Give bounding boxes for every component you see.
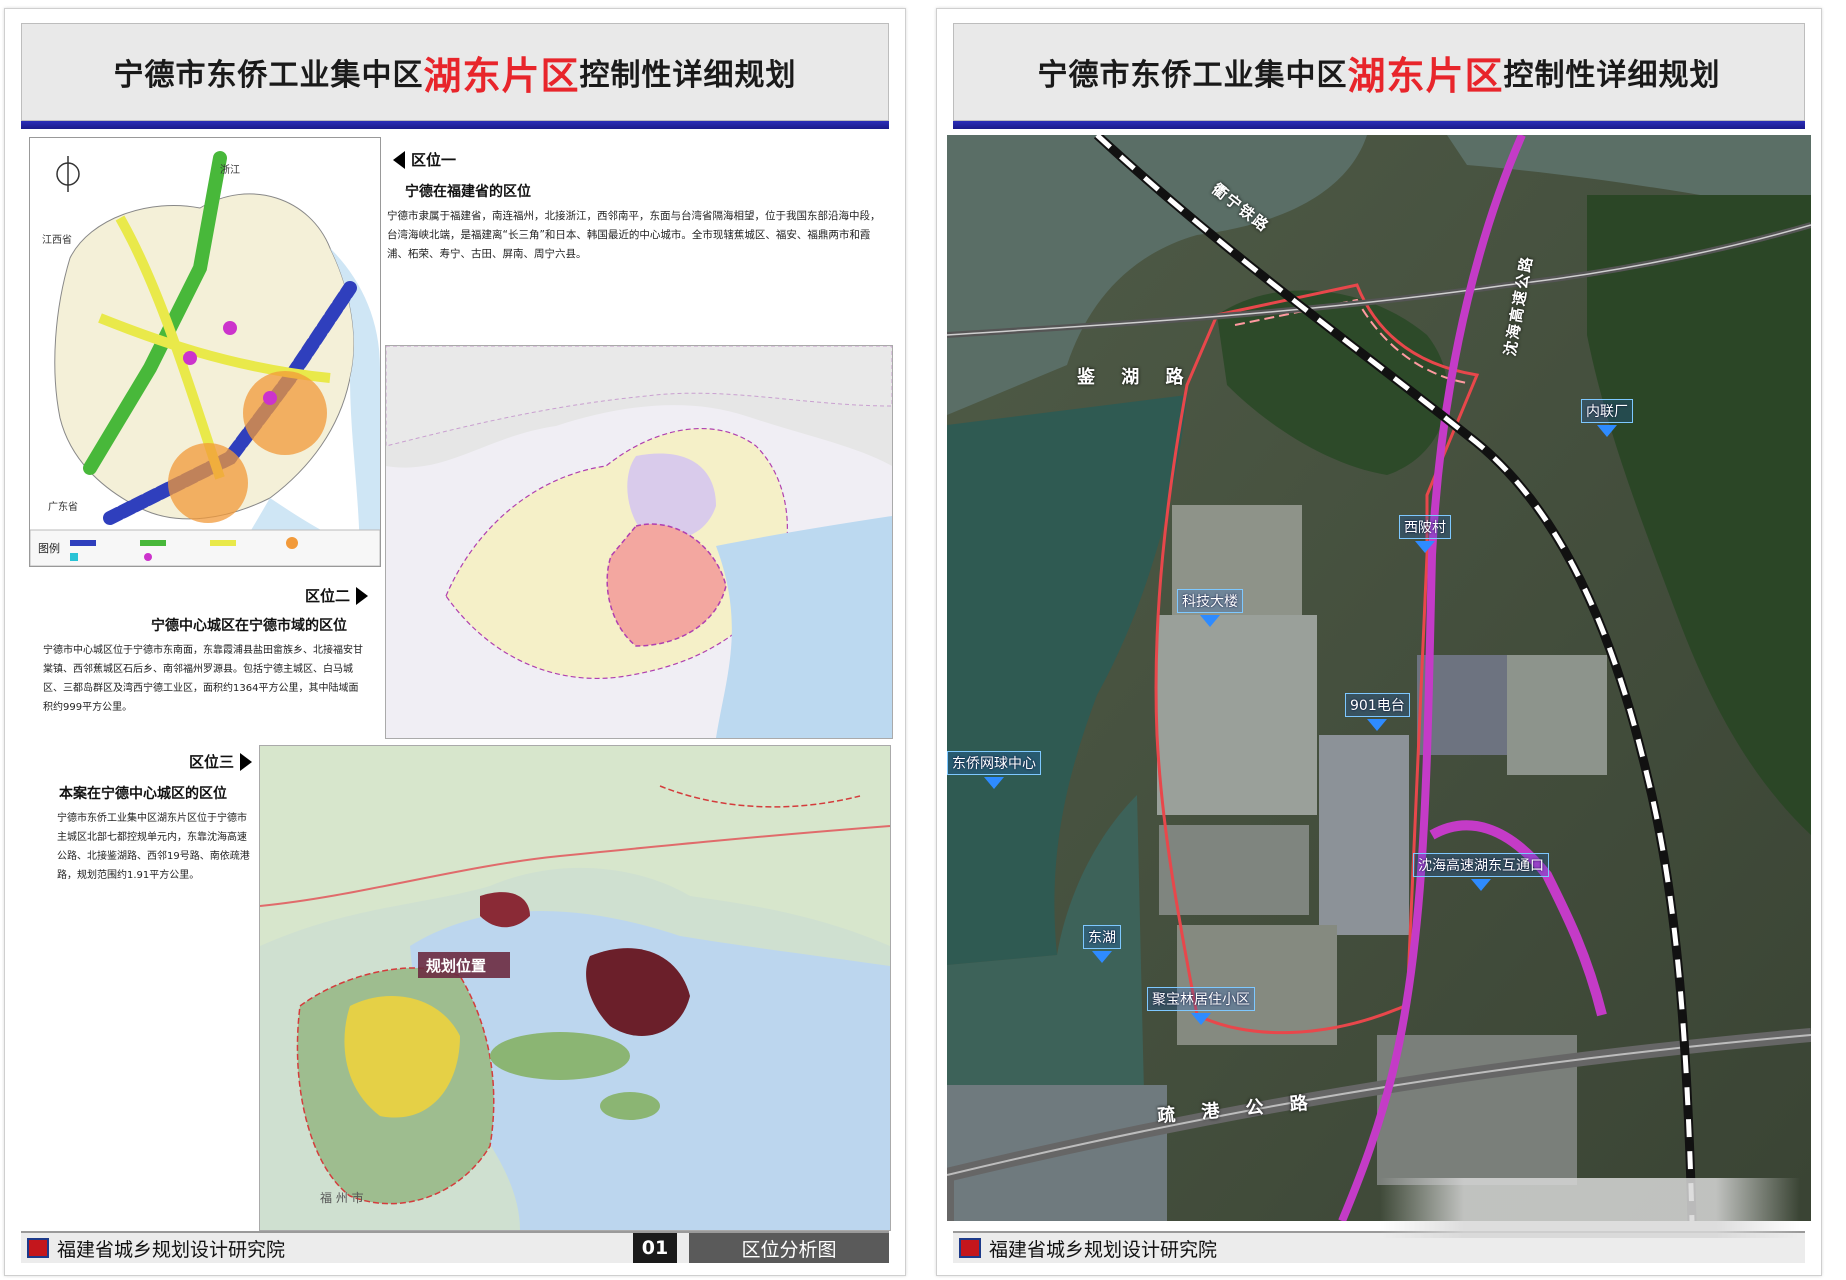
section2-heading: 宁德中心城区在宁德市域的区位 — [151, 618, 347, 634]
section1-text: 宁德市隶属于福建省，南连福州，北接浙江，西邻南平，东面与台湾省隔海相望，位于我国… — [387, 210, 881, 260]
satellite-map: 鉴 湖 路 衢宁铁路 沈海高速公路 疏 港 公 路 内联厂 西陂村 科技大楼 9… — [947, 135, 1811, 1221]
map1-legend-title: 图例 — [38, 541, 60, 555]
poi-marker-interchange[interactable]: 沈海高速湖东互通口 — [1413, 853, 1549, 891]
map1-label-zhejiang: 浙江 — [220, 164, 240, 176]
poi-marker-tennis-center[interactable]: 东侨网球中心 — [947, 751, 1041, 789]
central-urban-area-map: 规划位置 福 州 市 — [259, 745, 891, 1231]
institute-name: 福建省城乡规划设计研究院 — [57, 1238, 286, 1261]
section2-label: 区位二 — [305, 585, 369, 606]
section3-label: 区位三 — [189, 751, 253, 772]
map-pin-icon — [1200, 615, 1220, 627]
satellite-graphic — [947, 135, 1811, 1221]
map1-label-guangdong: 广东省 — [48, 500, 78, 513]
page-title: 区位分析图 — [689, 1233, 889, 1263]
poi-label: 沈海高速湖东互通口 — [1413, 853, 1549, 877]
poi-marker-jubaolin[interactable]: 聚宝林居住小区 — [1147, 987, 1255, 1025]
map-pin-icon — [1471, 879, 1491, 891]
map-pin-icon — [1191, 1013, 1211, 1025]
blurred-watermark — [1380, 1178, 1800, 1238]
poi-marker-xipi[interactable]: 西陂村 — [1399, 515, 1451, 553]
poi-marker-donghu[interactable]: 东湖 — [1083, 925, 1121, 963]
map1-label-jiangxi: 江西省 — [42, 233, 72, 246]
fujian-map-graphic: 浙江 江西省 广东省 图例 — [30, 138, 380, 566]
poi-label: 901电台 — [1345, 693, 1410, 717]
page-number: 01 — [633, 1233, 677, 1263]
sheet-title: 宁德市东侨工业集中区 湖东片区 控制性详细规划 — [953, 23, 1805, 121]
title-underline-bar — [953, 121, 1805, 129]
institute-logo-icon — [959, 1238, 981, 1258]
section3-heading: 本案在宁德中心城区的区位 — [59, 786, 227, 802]
map-pin-icon — [984, 777, 1004, 789]
sheet-title: 宁德市东侨工业集中区 湖东片区 控制性详细规划 — [21, 23, 889, 121]
title-prefix: 宁德市东侨工业集中区 — [113, 58, 424, 93]
poi-label: 科技大楼 — [1177, 589, 1243, 613]
title-highlight: 湖东片区 — [1347, 53, 1504, 98]
fujian-province-map: 浙江 江西省 广东省 图例 — [29, 137, 381, 567]
ningde-city-map — [385, 345, 893, 739]
institute-name: 福建省城乡规划设计研究院 — [989, 1238, 1218, 1261]
poi-label: 内联厂 — [1581, 399, 1633, 423]
section3-text: 宁德市东侨工业集中区湖东片区位于宁德市主城区北部七都控规单元内，东靠沈海高速公路… — [57, 813, 250, 881]
arrow-right-icon — [356, 586, 369, 605]
poi-marker-901-station[interactable]: 901电台 — [1345, 693, 1410, 731]
section3-label-text: 区位三 — [189, 753, 235, 771]
ningde-map-graphic — [386, 346, 892, 738]
poi-marker-neilian[interactable]: 内联厂 — [1581, 399, 1633, 437]
urban-map-graphic: 规划位置 福 州 市 — [260, 746, 890, 1230]
map-pin-icon — [1367, 719, 1388, 731]
poi-label: 西陂村 — [1399, 515, 1451, 539]
section1-heading: 宁德在福建省的区位 — [405, 184, 531, 200]
right-sheet: 宁德市东侨工业集中区 湖东片区 控制性详细规划 鉴 湖 路 衢宁铁路 沈海高速公… — [936, 8, 1822, 1276]
section2-label-text: 区位二 — [305, 587, 351, 605]
left-sheet: 宁德市东侨工业集中区 湖东片区 控制性详细规划 浙江 江西省 广东省 图例 区位… — [4, 8, 906, 1276]
map-pin-icon — [1597, 425, 1617, 437]
road-label-jianhu: 鉴 湖 路 — [1077, 367, 1194, 388]
fuzhou-city-label: 福 州 市 — [320, 1190, 364, 1205]
title-prefix: 宁德市东侨工业集中区 — [1037, 58, 1348, 93]
title-highlight: 湖东片区 — [423, 53, 580, 98]
section2-text: 宁德市中心城区位于宁德市东南面，东靠霞浦县盐田畲族乡、北接福安甘棠镇、西邻蕉城区… — [43, 645, 363, 713]
poi-marker-tech-building[interactable]: 科技大楼 — [1177, 589, 1243, 627]
institute-logo-icon — [27, 1238, 49, 1258]
planning-location-label: 规划位置 — [426, 957, 486, 975]
section1-label: 区位一 — [393, 149, 456, 170]
title-underline-bar — [21, 121, 889, 129]
left-footer: 福建省城乡规划设计研究院 01 区位分析图 — [21, 1231, 889, 1263]
arrow-left-icon — [393, 150, 405, 169]
poi-label: 东湖 — [1083, 925, 1121, 949]
arrow-right-icon — [240, 752, 253, 771]
map-pin-icon — [1092, 951, 1112, 963]
map-pin-icon — [1415, 541, 1435, 553]
title-suffix: 控制性详细规划 — [579, 58, 797, 93]
title-suffix: 控制性详细规划 — [1503, 58, 1721, 93]
poi-label: 聚宝林居住小区 — [1147, 987, 1255, 1011]
section1-label-text: 区位一 — [411, 151, 457, 169]
poi-label: 东侨网球中心 — [947, 751, 1041, 775]
